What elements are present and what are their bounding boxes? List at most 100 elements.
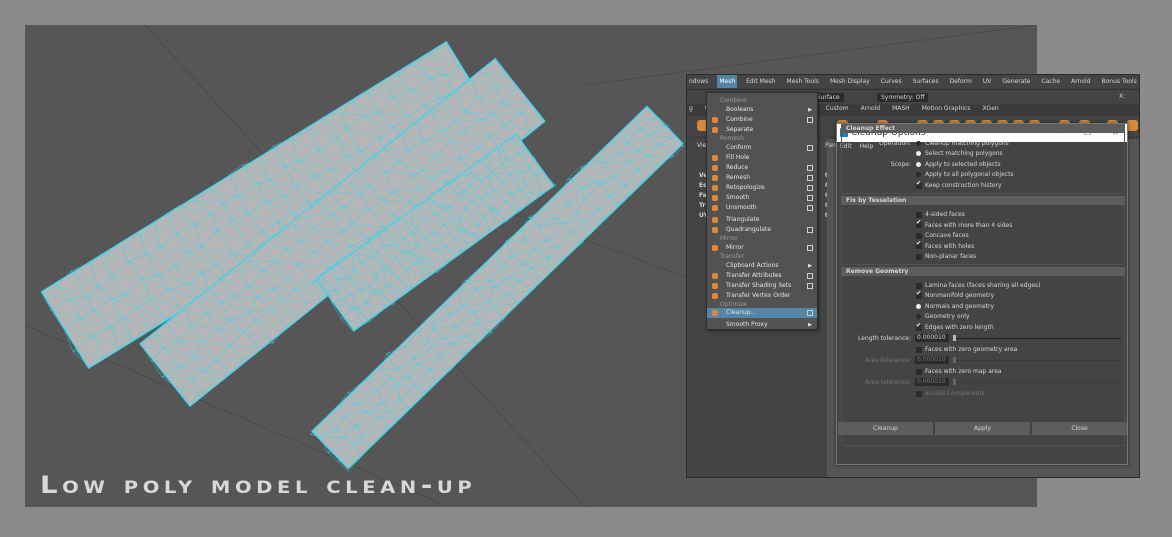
radio-button[interactable]	[916, 304, 921, 309]
option-box-icon[interactable]	[807, 227, 813, 233]
option-box-icon[interactable]	[807, 245, 813, 251]
option-box-icon[interactable]	[807, 310, 813, 316]
menu-item-booleans[interactable]: Booleans ▶	[707, 105, 817, 115]
menu-item-cleanup[interactable]: Cleanup...	[707, 308, 817, 318]
menu-arnold[interactable]: Arnold	[1069, 78, 1092, 85]
checkbox-label: Faces with holes	[925, 242, 975, 250]
tess-checkbox-0[interactable]: 4-sided faces	[916, 211, 965, 219]
menu-item-smooth-proxy[interactable]: Smooth Proxy ▶	[707, 320, 817, 330]
length-tolerance-slider-handle[interactable]	[953, 335, 956, 341]
invalid-components-checkbox[interactable]: Invalid Components	[916, 390, 985, 398]
tess-checkbox-3[interactable]: Faces with holes	[916, 240, 975, 251]
menu-item-unsmooth[interactable]: Unsmooth	[707, 203, 817, 213]
tess-checkbox-2[interactable]: Concave faces	[916, 232, 969, 240]
checkbox[interactable]	[916, 346, 922, 353]
zero-geometry-area-checkbox[interactable]: Faces with zero geometry area	[916, 346, 1017, 354]
option-box-icon[interactable]	[807, 205, 813, 211]
length-tolerance-slider-track[interactable]	[953, 338, 1121, 339]
menu-edit-mesh[interactable]: Edit Mesh	[744, 78, 777, 85]
option-box-icon[interactable]	[807, 117, 813, 123]
checkbox[interactable]	[916, 368, 922, 375]
normals-geometry-radio[interactable]: Normals and geometry	[916, 303, 994, 311]
zero-length-edges-checkbox[interactable]: Edges with zero length	[916, 322, 994, 332]
cleanup-button[interactable]: Cleanup	[838, 422, 933, 435]
option-box-icon[interactable]	[807, 185, 813, 191]
menu-item-label: Transfer Attributes	[726, 272, 782, 279]
shelf-tool-icon[interactable]	[1127, 120, 1138, 131]
menu-item-clipboard-actions[interactable]: Clipboard Actions ▶	[707, 261, 817, 271]
scope-selected-radio[interactable]: Apply to selected objects	[916, 161, 1001, 169]
menu-item-smooth[interactable]: Smooth	[707, 193, 817, 203]
radio-button[interactable]	[916, 141, 921, 146]
zero-map-area-checkbox[interactable]: Faces with zero map area	[916, 368, 1002, 376]
menu-item-combine[interactable]: Combine	[707, 115, 817, 125]
shelf-tab[interactable]: Motion Graphics	[922, 105, 971, 116]
menu-bonus-tools[interactable]: Bonus Tools	[1100, 78, 1139, 85]
menu-generate[interactable]: Generate	[1000, 78, 1032, 85]
menu-item-conform[interactable]: Conform	[707, 143, 817, 153]
checkbox-label: Concave faces	[925, 232, 969, 239]
menu-item-retopologize[interactable]: Retopologize	[707, 183, 817, 193]
geometry-only-radio[interactable]: Geometry only	[916, 313, 970, 321]
checkbox[interactable]	[916, 322, 922, 331]
menu-item-remesh[interactable]: Remesh	[707, 173, 817, 183]
menu-item-fill-hole[interactable]: Fill Hole	[707, 153, 817, 163]
menu-item-label: Transfer Vertex Order	[726, 292, 791, 299]
radio-button[interactable]	[916, 162, 921, 167]
section-header[interactable]: Fix by Tesselation	[841, 196, 1125, 205]
radio-button[interactable]	[916, 314, 921, 319]
checkbox-label: Faces with more than 4 sides	[925, 221, 1013, 229]
checkbox[interactable]	[916, 180, 922, 189]
symmetry-dropdown[interactable]: Symmetry: Off	[877, 93, 929, 102]
checkbox[interactable]	[916, 211, 922, 218]
radio-button[interactable]	[916, 151, 921, 156]
menu-deform[interactable]: Deform	[948, 78, 974, 85]
menu-item-reduce[interactable]: Reduce	[707, 163, 817, 173]
menu-item-transfer-shading-sets[interactable]: Transfer Shading Sets	[707, 281, 817, 291]
checkbox[interactable]	[916, 390, 922, 397]
keep-history-checkbox[interactable]: Keep construction history	[916, 180, 1002, 190]
shelf-tab[interactable]: MASH	[892, 105, 910, 116]
select-matching-radio[interactable]: Select matching polygons	[916, 150, 1003, 158]
apply-button[interactable]: Apply	[935, 422, 1030, 435]
menu-cache[interactable]: Cache	[1039, 78, 1062, 85]
menu-ndows[interactable]: ndows	[687, 78, 710, 85]
tess-checkbox-1[interactable]: Faces with more than 4 sides	[916, 219, 1013, 230]
section-header[interactable]: Cleanup Effect	[841, 124, 1125, 133]
close-button[interactable]: Close	[1032, 422, 1127, 435]
option-box-icon[interactable]	[807, 175, 813, 181]
checkbox[interactable]	[916, 282, 922, 289]
option-box-icon[interactable]	[807, 165, 813, 171]
menu-uv[interactable]: UV	[981, 78, 994, 85]
checkbox[interactable]	[916, 290, 922, 299]
menu-item-transfer-attributes[interactable]: Transfer Attributes	[707, 271, 817, 281]
option-box-icon[interactable]	[807, 195, 813, 201]
menu-mesh[interactable]: Mesh	[717, 75, 738, 88]
shelf-tab[interactable]: Arnold	[861, 105, 880, 116]
checkbox[interactable]	[916, 253, 922, 260]
menu-surfaces[interactable]: Surfaces	[911, 78, 941, 85]
option-box-icon[interactable]	[807, 283, 813, 289]
length-tolerance-field[interactable]: 0.000010	[915, 334, 949, 342]
checkbox[interactable]	[916, 240, 922, 249]
option-box-icon[interactable]	[807, 273, 813, 279]
checkbox[interactable]	[916, 219, 922, 228]
option-box-icon[interactable]	[807, 145, 813, 151]
submenu-arrow-icon: ▶	[808, 263, 812, 269]
checkbox[interactable]	[916, 232, 922, 239]
tess-checkbox-4[interactable]: Non-planar faces	[916, 253, 976, 261]
nonmanifold-checkbox[interactable]: Nonmanifold geometry	[916, 290, 994, 300]
shelf-tab[interactable]: g	[689, 105, 693, 116]
cleanup-matching-radio[interactable]: Cleanup matching polygons	[916, 140, 1009, 148]
menu-mesh-display[interactable]: Mesh Display	[828, 78, 872, 85]
lamina-checkbox[interactable]: Lamina faces (faces sharing all edges)	[916, 282, 1041, 290]
menu-mesh-tools[interactable]: Mesh Tools	[784, 78, 820, 85]
scope-all-radio[interactable]: Apply to all polygonal objects	[916, 171, 1014, 179]
panels-menu[interactable]: Pan	[825, 142, 836, 149]
radio-button[interactable]	[916, 172, 921, 177]
shelf-tab[interactable]: Custom	[826, 105, 849, 116]
shelf-tab[interactable]: XGen	[982, 105, 998, 116]
menu-item-triangulate[interactable]: Triangulate	[707, 215, 817, 225]
section-header[interactable]: Remove Geometry	[841, 267, 1125, 276]
menu-curves[interactable]: Curves	[879, 78, 904, 85]
